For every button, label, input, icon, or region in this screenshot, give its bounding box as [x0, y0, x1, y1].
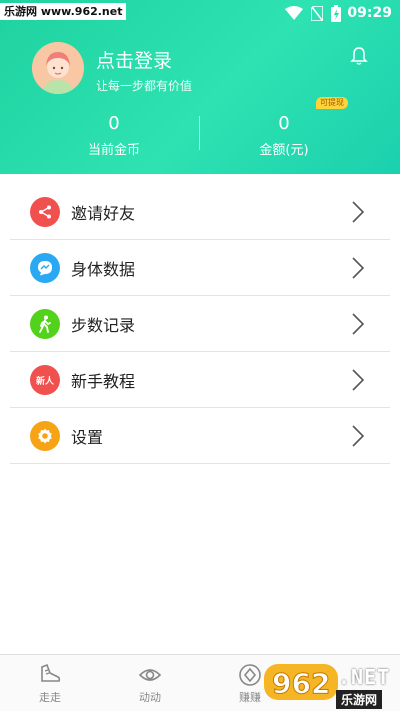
logo-suffix: .NET — [338, 665, 391, 689]
menu-item-body-data[interactable]: 身体数据 — [10, 240, 390, 296]
chat-pulse-icon — [30, 253, 60, 283]
user-avatar-icon — [32, 42, 84, 94]
menu-item-label: 身体数据 — [71, 260, 136, 279]
tab-walk[interactable]: 走走 — [10, 655, 90, 711]
logo-site-name: 乐游网 — [336, 690, 383, 709]
withdraw-badge: 可提现 — [316, 97, 348, 109]
svg-text:962: 962 — [272, 667, 330, 700]
clock: 09:29 — [347, 5, 392, 21]
share-icon — [30, 197, 60, 227]
avatar[interactable] — [32, 42, 84, 94]
novice-icon-text: 新人 — [35, 376, 54, 387]
962-logo-icon: 962 — [264, 664, 338, 701]
coin-icon — [239, 664, 261, 686]
chevron-right-icon — [352, 313, 364, 335]
chevron-right-icon — [352, 201, 364, 223]
chevron-right-icon — [352, 425, 364, 447]
chevron-right-icon — [352, 257, 364, 279]
walking-icon — [30, 309, 60, 339]
novice-icon: 新人 — [30, 365, 60, 395]
status-bar: 乐游网 www.962.net 09:29 — [0, 0, 400, 26]
menu-item-label: 步数记录 — [71, 316, 136, 335]
login-button[interactable]: 点击登录 — [96, 46, 172, 73]
menu-item-label: 邀请好友 — [71, 204, 136, 223]
settings-menu: 邀请好友 身体数据 步数记录 新人 新手教程 设置 — [10, 184, 390, 464]
menu-item-step-records[interactable]: 步数记录 — [10, 296, 390, 352]
tab-label: 走走 — [39, 691, 61, 704]
slogan: 让每一步都有价值 — [96, 79, 193, 93]
bell-icon[interactable] — [349, 46, 369, 66]
battery-icon — [331, 4, 342, 22]
tab-label: 动动 — [139, 691, 161, 704]
tab-move[interactable]: 动动 — [110, 655, 190, 711]
eye-icon — [138, 669, 162, 681]
status-icons: 09:29 — [277, 3, 392, 23]
brand-watermark: 962 .NET 乐游网 — [262, 660, 398, 709]
menu-item-tutorial[interactable]: 新人 新手教程 — [10, 352, 390, 408]
chevron-right-icon — [352, 369, 364, 391]
menu-item-label: 设置 — [71, 428, 104, 447]
amount-stat[interactable]: 0 金额(元) — [184, 113, 384, 159]
wifi-icon — [285, 6, 304, 20]
amount-label: 金额(元) — [259, 143, 309, 158]
site-watermark: 乐游网 www.962.net — [0, 3, 127, 20]
amount-value: 0 — [278, 113, 290, 134]
gear-icon — [30, 421, 60, 451]
menu-item-settings[interactable]: 设置 — [10, 408, 390, 464]
profile-header: 乐游网 www.962.net 09:29 点击登录 让每一步都有价值 0 当前… — [0, 0, 400, 174]
menu-item-label: 新手教程 — [71, 372, 136, 391]
no-sim-icon — [311, 5, 324, 21]
shoe-icon — [41, 663, 61, 682]
menu-item-invite[interactable]: 邀请好友 — [10, 184, 390, 240]
